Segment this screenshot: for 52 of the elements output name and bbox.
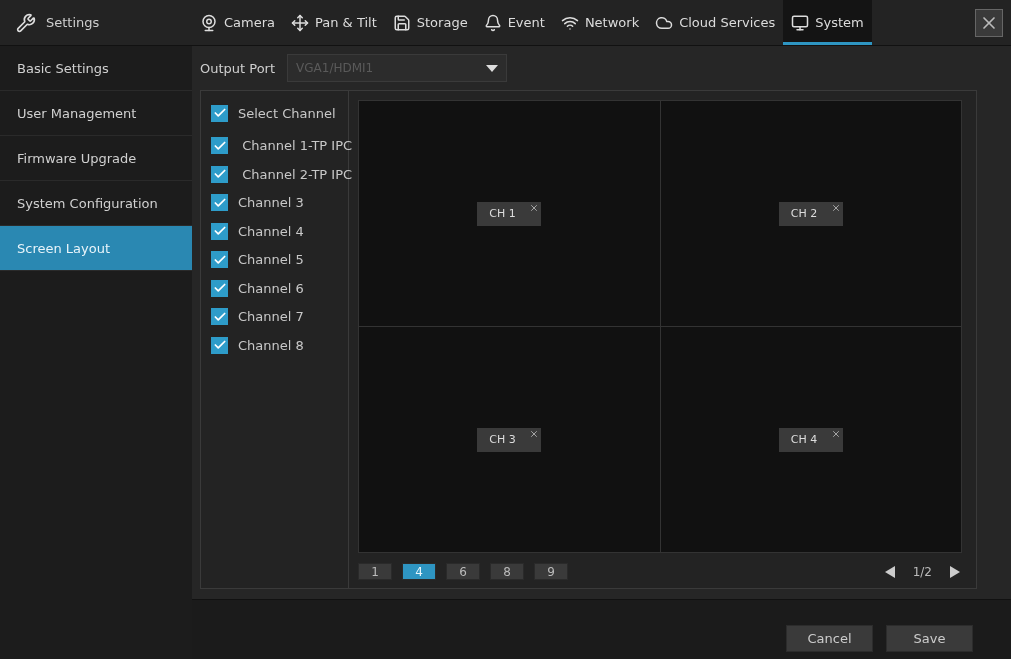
output-port-label: Output Port [200,60,276,76]
checkbox-label: Channel 7 [238,309,304,325]
nav-tab[interactable]: Storage [384,0,476,45]
save-button[interactable]: Save [886,625,973,652]
settings-title: Settings [46,15,100,30]
next-page-icon[interactable] [950,565,960,578]
nav-tab[interactable]: Camera [192,0,284,45]
checkbox-label: Channel 4 [238,223,304,239]
cancel-button[interactable]: Cancel [786,625,873,652]
sidebar-item[interactable]: Screen Layout [0,226,192,271]
checkbox-label: Channel 5 [238,252,304,268]
checkbox[interactable] [211,104,228,122]
nav-tab[interactable]: Cloud Services [647,0,784,45]
nav-tab[interactable]: System [783,0,872,45]
bell-icon [483,13,502,32]
nav-tab[interactable]: Event [475,0,553,45]
checkbox-label: Channel 2-TP IPC [241,166,353,182]
checkbox-label: Channel 6 [238,280,304,296]
monitor-icon [791,13,810,32]
move-arrows-icon [291,13,310,32]
checkbox[interactable] [211,165,228,183]
close-icon[interactable] [830,202,841,213]
layout-button[interactable]: 9 [534,563,568,580]
checkbox-label: Channel 1-TP IPC [241,138,353,154]
close-icon[interactable] [529,428,540,439]
wrench-icon [16,12,36,33]
webcam-icon [200,13,218,32]
caret-icon [486,64,499,72]
checkbox-label: Channel 8 [238,337,304,353]
checkbox[interactable] [211,194,228,212]
checkbox-label: Channel 3 [238,195,304,211]
checkbox[interactable] [211,251,228,269]
checkbox[interactable] [211,137,228,155]
page-indicator: 1/2 [912,564,932,579]
channel-chip[interactable]: CH 2 [778,201,843,226]
checkbox[interactable] [211,222,228,240]
close-icon[interactable] [529,202,540,213]
layout-button[interactable]: 6 [446,563,480,580]
nav-tab[interactable]: Pan & Tilt [283,0,385,45]
channel-chip[interactable]: CH 1 [477,201,542,226]
previous-page-icon[interactable] [884,565,895,578]
checkbox[interactable] [211,308,228,326]
layout-button[interactable]: 1 [358,563,392,580]
checkbox-label: Select Channel [238,105,336,121]
checkbox[interactable] [211,279,228,297]
checkbox[interactable] [211,336,228,354]
channel-chip[interactable]: CH 3 [477,427,542,452]
channel-chip[interactable]: CH 4 [778,427,843,452]
close-button[interactable] [975,9,1003,37]
nav-tab[interactable]: Network [552,0,648,45]
close-icon[interactable] [830,428,841,439]
layout-button[interactable]: 8 [490,563,524,580]
